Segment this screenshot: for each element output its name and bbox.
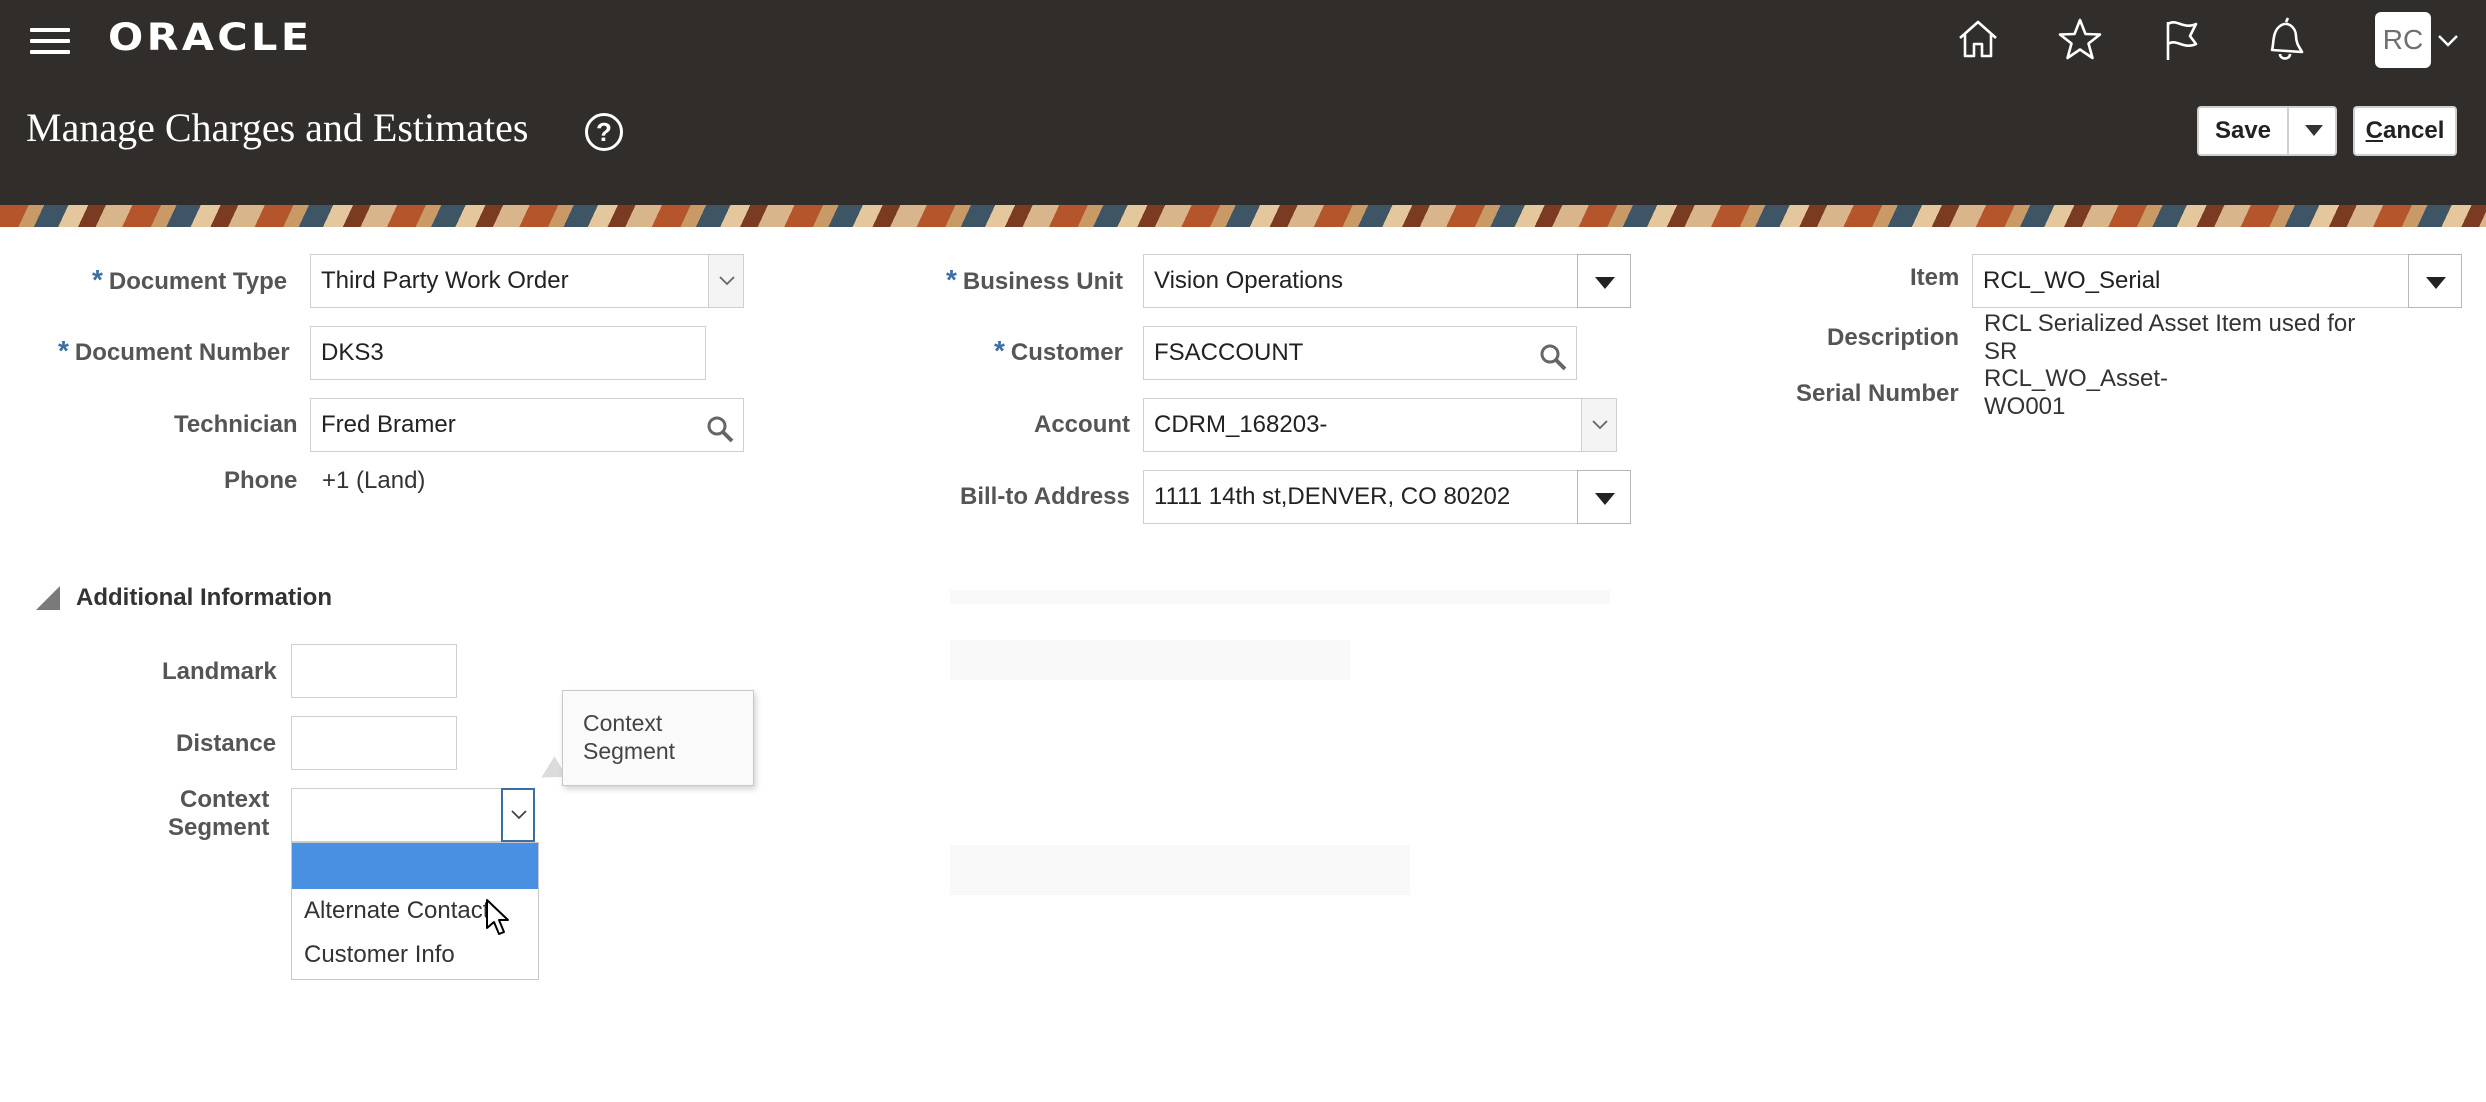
decorative-banner-strip — [0, 205, 2486, 227]
search-icon[interactable] — [1538, 339, 1568, 371]
item-select[interactable]: RCL_WO_Serial — [1972, 254, 2462, 308]
phone-label: Phone — [224, 467, 298, 494]
collapse-triangle-icon[interactable] — [36, 586, 60, 610]
business-unit-select[interactable]: Vision Operations — [1143, 254, 1631, 308]
account-select[interactable]: CDRM_168203- — [1143, 398, 1617, 452]
phone-value: +1 (Land) — [322, 467, 426, 494]
bill-to-address-label: Bill-to Address — [960, 483, 1130, 510]
dropdown-arrow-icon[interactable] — [2408, 254, 2462, 308]
save-options-dropdown-icon[interactable] — [2289, 108, 2335, 154]
serial-number-value: RCL_WO_Asset- WO001 — [1984, 365, 2169, 420]
chevron-down-icon[interactable] — [708, 254, 744, 308]
document-number-input[interactable]: DKS3 — [310, 326, 706, 380]
landmark-label: Landmark — [162, 658, 277, 685]
distance-label: Distance — [176, 730, 277, 757]
context-segment-tooltip: Context Segment — [562, 690, 754, 786]
background-placeholder — [950, 640, 1350, 680]
cancel-button[interactable]: Cancel — [2353, 106, 2457, 156]
additional-information-header[interactable]: Additional Information — [36, 584, 332, 612]
technician-label: Technician — [174, 411, 298, 438]
customer-label: * Customer — [994, 335, 1123, 366]
help-icon[interactable]: ? — [585, 113, 623, 151]
bill-to-address-select[interactable]: 1111 14th st,DENVER, CO 80202 — [1143, 470, 1631, 524]
favorites-icon[interactable] — [2054, 14, 2106, 66]
chevron-down-icon[interactable] — [1581, 398, 1617, 452]
business-unit-label: * Business Unit — [946, 264, 1123, 295]
save-button-group: Save — [2197, 106, 2337, 156]
search-icon[interactable] — [705, 411, 735, 443]
navigator-menu-icon[interactable] — [30, 28, 70, 54]
chevron-down-icon[interactable] — [2437, 34, 2459, 48]
page-title: Manage Charges and Estimates — [26, 105, 529, 150]
background-placeholder — [950, 845, 1410, 895]
document-type-label: * Document Type — [92, 264, 288, 295]
notifications-bell-icon[interactable] — [2258, 14, 2310, 66]
item-label: Item — [1910, 264, 1960, 291]
technician-input[interactable]: Fred Bramer — [310, 398, 744, 452]
background-placeholder — [950, 590, 1610, 604]
mouse-pointer-icon — [485, 898, 511, 938]
global-header: ORACLE RC Manage Charges and Estimates ?… — [0, 0, 2486, 205]
dropdown-arrow-icon[interactable] — [1577, 254, 1631, 308]
context-segment-label: Context Segment — [168, 786, 270, 841]
watchlist-flag-icon[interactable] — [2156, 14, 2208, 66]
customer-input[interactable]: FSACCOUNT — [1143, 326, 1577, 380]
home-icon[interactable] — [1952, 14, 2004, 66]
serial-number-label: Serial Number — [1796, 380, 1959, 407]
document-type-select[interactable]: Third Party Work Order — [310, 254, 744, 308]
dropdown-arrow-icon[interactable] — [1577, 470, 1631, 524]
user-avatar[interactable]: RC — [2375, 12, 2431, 68]
account-label: Account — [1034, 411, 1130, 438]
chevron-down-icon[interactable] — [501, 788, 535, 842]
description-label: Description — [1827, 324, 1960, 351]
context-segment-select[interactable] — [291, 788, 535, 842]
oracle-logo: ORACLE — [108, 16, 313, 59]
document-number-label: * Document Number — [58, 335, 290, 366]
option-blank[interactable] — [292, 843, 538, 889]
page: ORACLE RC Manage Charges and Estimates ?… — [0, 0, 2486, 1102]
save-button[interactable]: Save — [2199, 108, 2289, 154]
distance-input[interactable] — [291, 716, 457, 770]
description-value: RCL Serialized Asset Item used for SR — [1984, 310, 2356, 365]
landmark-input[interactable] — [291, 644, 457, 698]
option-customer-info[interactable]: Customer Info — [292, 933, 538, 977]
